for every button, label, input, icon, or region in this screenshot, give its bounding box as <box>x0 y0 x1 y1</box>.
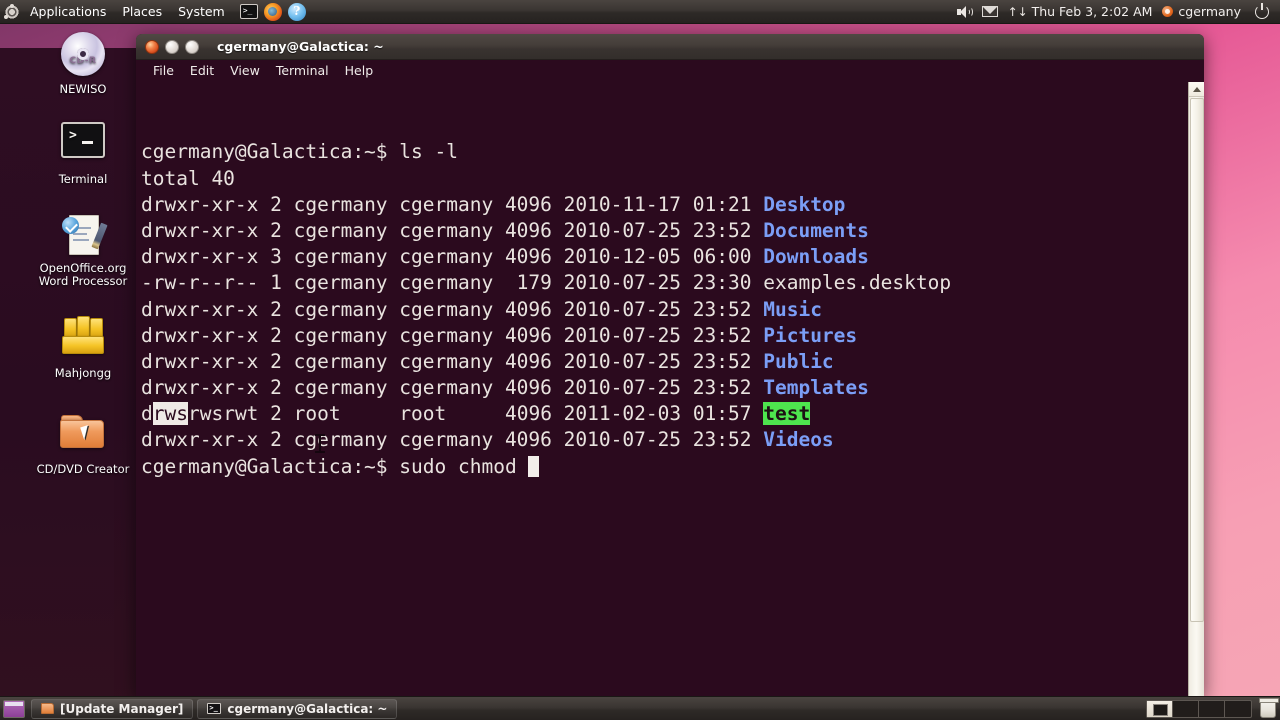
help-glyph: ? <box>287 2 306 21</box>
terminal-text: cgermany@Galactica:~$ ls -l total 40 drwxr… <box>139 139 1204 479</box>
terminal-line: drwxr-xr-x 2 cgermany cgermany 4096 2010… <box>141 349 834 373</box>
taskbar-item-terminal[interactable]: >_ cgermany@Galactica: ~ <box>197 698 398 719</box>
terminal-line: drwxr-xr-x 2 cgermany cgermany 4096 2010… <box>141 376 869 400</box>
text-cursor <box>528 455 540 477</box>
workspace-2[interactable] <box>1173 700 1199 717</box>
terminal-line: drwxr-xr-x 2 cgermany cgermany 4096 2010… <box>141 218 869 242</box>
terminal-line: -rw-r--r-- 1 cgermany cgermany 179 2010-… <box>141 271 952 295</box>
file-name: examples.desktop <box>763 271 952 295</box>
desktop-icon-mahjongg[interactable]: Mahjongg <box>22 312 144 380</box>
mouse-ibeam-cursor <box>315 433 326 455</box>
minimize-icon[interactable] <box>165 39 179 54</box>
file-name: Templates <box>763 376 869 400</box>
menu-terminal[interactable]: Terminal <box>268 61 337 80</box>
terminal-line: drwxr-xr-x 2 cgermany cgermany 4096 2010… <box>141 323 858 347</box>
firefox-launcher-icon[interactable] <box>263 2 286 22</box>
user-name: cgermany <box>1178 4 1241 19</box>
scrollbar-thumb[interactable] <box>1190 98 1204 622</box>
openoffice-writer-icon <box>59 211 108 259</box>
file-name: test <box>763 402 811 426</box>
menu-applications[interactable]: Applications <box>23 1 113 23</box>
cd-disc-label: CD-R <box>69 56 97 66</box>
file-name: Music <box>763 297 822 321</box>
show-desktop-button[interactable] <box>3 699 25 718</box>
terminal-line: drwxr-xr-x 2 cgermany cgermany 4096 2010… <box>141 428 834 452</box>
terminal-line: total 40 <box>141 166 235 190</box>
menu-system[interactable]: System <box>171 1 232 23</box>
desktop-icon-label: CD/DVD Creator <box>36 462 130 476</box>
terminal-icon: > <box>59 122 107 170</box>
menu-view[interactable]: View <box>222 61 268 80</box>
top-panel: Applications Places System >_ ? ↑↓ Thu F… <box>0 0 1280 24</box>
network-icon[interactable]: ↑↓ <box>1003 4 1028 19</box>
file-name: Public <box>763 349 834 373</box>
network-arrows-glyph: ↑↓ <box>1007 4 1028 19</box>
workspace-3[interactable] <box>1199 700 1225 717</box>
clock[interactable]: Thu Feb 3, 2:02 AM <box>1027 4 1158 19</box>
terminal-line: drwsrwsrwt 2 root root 4096 2011-02-03 0… <box>141 402 811 426</box>
desktop-icon-label: Mahjongg <box>54 366 112 380</box>
file-name: Desktop <box>763 192 846 216</box>
user-status-icon <box>1162 6 1174 17</box>
terminal-window[interactable]: cgermany@Galactica: ~ File Edit View Ter… <box>136 34 1204 696</box>
taskbar-item-update-manager[interactable]: [Update Manager] <box>31 698 194 719</box>
desktop-icon-openoffice-writer[interactable]: OpenOffice.org Word Processor <box>22 210 144 288</box>
file-name: Downloads <box>763 245 869 269</box>
desktop-icon-cd-dvd-creator[interactable]: CD/DVD Creator <box>22 406 144 476</box>
desktop-icon-label: NEWISO <box>59 82 107 96</box>
desktop-icon-label-line2: Word Processor <box>38 274 128 288</box>
selected-text: rws <box>152 402 188 426</box>
taskbar-item-label: cgermany@Galactica: ~ <box>227 701 388 716</box>
window-title: cgermany@Galactica: ~ <box>217 39 384 54</box>
power-button[interactable] <box>1246 2 1274 19</box>
desktop-icon-terminal[interactable]: > Terminal <box>22 116 144 186</box>
workspace-1[interactable] <box>1147 700 1173 717</box>
workspace-switcher[interactable] <box>1146 699 1252 718</box>
mail-icon[interactable] <box>977 6 1003 17</box>
terminal-icon: >_ <box>207 703 222 714</box>
file-name: Documents <box>763 218 869 242</box>
terminal-scrollbar[interactable] <box>1188 82 1204 696</box>
desktop-icon-newiso[interactable]: CD-R NEWISO <box>22 30 144 96</box>
bottom-panel: [Update Manager] >_ cgermany@Galactica: … <box>0 696 1280 720</box>
mahjongg-icon <box>59 316 107 364</box>
menu-help[interactable]: Help <box>337 61 382 80</box>
terminal-output-area[interactable]: cgermany@Galactica:~$ ls -l total 40 drwxr… <box>136 82 1204 696</box>
ubuntu-logo-icon[interactable] <box>4 3 20 20</box>
volume-icon[interactable] <box>951 5 977 19</box>
file-name: Pictures <box>763 323 858 347</box>
cd-dvd-creator-folder-icon <box>59 412 107 460</box>
terminal-menubar: File Edit View Terminal Help <box>136 60 1204 82</box>
scrollbar-up-arrow-icon[interactable] <box>1189 82 1204 97</box>
maximize-icon[interactable] <box>185 39 199 54</box>
bottom-panel-right <box>1146 697 1280 718</box>
menu-edit[interactable]: Edit <box>182 61 222 80</box>
terminal-line: drwxr-xr-x 2 cgermany cgermany 4096 2010… <box>141 297 822 321</box>
folder-icon <box>41 703 54 714</box>
window-titlebar[interactable]: cgermany@Galactica: ~ <box>136 34 1204 60</box>
system-tray: ↑↓ Thu Feb 3, 2:02 AM cgermany <box>951 2 1280 19</box>
user-indicator[interactable]: cgermany <box>1157 4 1246 19</box>
terminal-line: drwxr-xr-x 3 cgermany cgermany 4096 2010… <box>141 245 869 269</box>
trash-icon[interactable] <box>1259 697 1279 718</box>
terminal-launcher-icon[interactable]: >_ <box>239 2 262 22</box>
menu-file[interactable]: File <box>145 61 182 80</box>
workspace-4[interactable] <box>1225 701 1251 717</box>
terminal-line: drwxr-xr-x 2 cgermany cgermany 4096 2010… <box>141 192 846 216</box>
terminal-line: cgermany@Galactica:~$ ls -l <box>141 140 458 164</box>
menu-places[interactable]: Places <box>115 1 169 23</box>
file-name: Videos <box>763 428 834 452</box>
taskbar-item-label: [Update Manager] <box>60 701 184 716</box>
cd-disc-icon: CD-R <box>59 32 107 80</box>
terminal-glyph: >_ <box>242 5 253 15</box>
terminal-line: cgermany@Galactica:~$ sudo chmod <box>141 454 1204 480</box>
help-launcher-icon[interactable]: ? <box>287 2 310 22</box>
desktop-icon-label: Terminal <box>58 172 108 186</box>
close-icon[interactable] <box>145 39 159 54</box>
